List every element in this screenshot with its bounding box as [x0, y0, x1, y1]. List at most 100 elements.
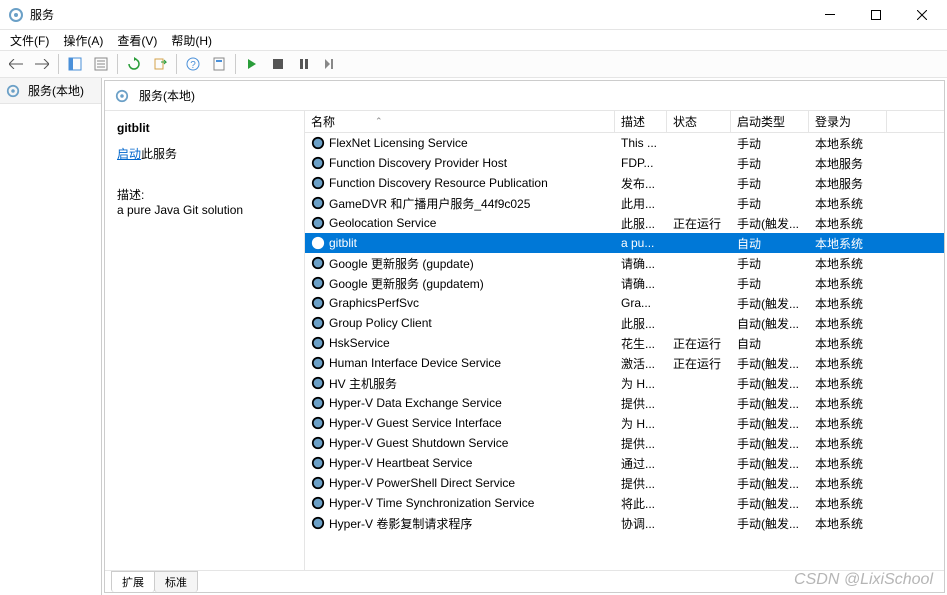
gear-icon — [311, 196, 325, 210]
window-title: 服务 — [30, 6, 807, 23]
minimize-button[interactable] — [807, 0, 853, 30]
show-hide-button[interactable] — [63, 52, 87, 76]
props-button[interactable] — [207, 52, 231, 76]
service-status — [667, 153, 731, 173]
tab-extended[interactable]: 扩展 — [111, 571, 155, 592]
service-start-type: 手动(触发... — [731, 373, 809, 393]
service-start-type: 手动(触发... — [731, 413, 809, 433]
tab-standard[interactable]: 标准 — [154, 571, 198, 592]
refresh-button[interactable] — [122, 52, 146, 76]
service-row[interactable]: Google 更新服务 (gupdate)请确...手动本地系统 — [305, 253, 944, 273]
col-header-desc[interactable]: 描述 — [615, 111, 667, 132]
service-row[interactable]: Hyper-V Guest Shutdown Service提供...手动(触发… — [305, 433, 944, 453]
start-service-link[interactable]: 启动 — [117, 147, 141, 161]
service-status — [667, 513, 731, 533]
service-row[interactable]: FlexNet Licensing ServiceThis ...手动本地系统 — [305, 133, 944, 153]
export-button[interactable] — [148, 52, 172, 76]
service-status — [667, 233, 731, 253]
start-suffix: 此服务 — [141, 147, 177, 161]
col-header-name[interactable]: 名称⌃ — [305, 111, 615, 132]
service-logon: 本地服务 — [809, 153, 887, 173]
service-name: Function Discovery Resource Publication — [329, 176, 548, 190]
gear-icon — [115, 89, 129, 103]
menu-view[interactable]: 查看(V) — [111, 30, 163, 51]
service-row[interactable]: Hyper-V Time Synchronization Service将此..… — [305, 493, 944, 513]
gear-icon — [311, 296, 325, 310]
service-row[interactable]: Google 更新服务 (gupdatem)请确...手动本地系统 — [305, 273, 944, 293]
close-icon — [917, 10, 927, 20]
service-logon: 本地系统 — [809, 473, 887, 493]
menu-action[interactable]: 操作(A) — [57, 30, 109, 51]
service-logon: 本地系统 — [809, 453, 887, 473]
maximize-button[interactable] — [853, 0, 899, 30]
restart-icon — [324, 59, 336, 69]
service-desc: 花生... — [615, 333, 667, 353]
service-status: 正在运行 — [667, 213, 731, 233]
service-row[interactable]: Human Interface Device Service激活...正在运行手… — [305, 353, 944, 373]
service-row[interactable]: GraphicsPerfSvcGra...手动(触发...本地系统 — [305, 293, 944, 313]
refresh-icon — [127, 57, 141, 71]
back-button[interactable] — [4, 52, 28, 76]
service-row[interactable]: Function Discovery Provider HostFDP...手动… — [305, 153, 944, 173]
service-row[interactable]: Hyper-V Heartbeat Service通过...手动(触发...本地… — [305, 453, 944, 473]
service-row[interactable]: HV 主机服务为 H...手动(触发...本地系统 — [305, 373, 944, 393]
service-desc: 协调... — [615, 513, 667, 533]
service-start-type: 手动 — [731, 173, 809, 193]
service-start-type: 手动(触发... — [731, 433, 809, 453]
stop-icon — [273, 59, 283, 69]
service-row[interactable]: Group Policy Client此服...自动(触发...本地系统 — [305, 313, 944, 333]
sidebar-item-services-local[interactable]: 服务(本地) — [0, 78, 101, 104]
gear-icon — [311, 416, 325, 430]
pause-service-button[interactable] — [292, 52, 316, 76]
close-button[interactable] — [899, 0, 945, 30]
menu-help[interactable]: 帮助(H) — [165, 30, 218, 51]
menu-file[interactable]: 文件(F) — [4, 30, 55, 51]
gear-icon — [311, 276, 325, 290]
service-row[interactable]: gitblita pu...自动本地系统 — [305, 233, 944, 253]
service-row[interactable]: Hyper-V 卷影复制请求程序协调...手动(触发...本地系统 — [305, 513, 944, 533]
start-service-button[interactable] — [240, 52, 264, 76]
service-row[interactable]: Hyper-V Data Exchange Service提供...手动(触发.… — [305, 393, 944, 413]
service-logon: 本地系统 — [809, 233, 887, 253]
service-row[interactable]: Hyper-V PowerShell Direct Service提供...手动… — [305, 473, 944, 493]
service-row[interactable]: Hyper-V Guest Service Interface为 H...手动(… — [305, 413, 944, 433]
service-status — [667, 133, 731, 153]
service-desc: This ... — [615, 133, 667, 153]
gear-icon — [311, 176, 325, 190]
service-start-type: 自动(触发... — [731, 313, 809, 333]
content-title: 服务(本地) — [139, 87, 195, 104]
service-list[interactable]: 名称⌃ 描述 状态 启动类型 登录为 FlexNet Licensing Ser… — [305, 111, 944, 570]
help-button[interactable]: ? — [181, 52, 205, 76]
service-desc: 通过... — [615, 453, 667, 473]
gear-icon — [8, 7, 24, 23]
service-desc: a pu... — [615, 233, 667, 253]
content-pane: 服务(本地) gitblit 启动此服务 描述: a pure Java Git… — [104, 80, 945, 593]
service-start-type: 手动(触发... — [731, 353, 809, 373]
service-name: Hyper-V PowerShell Direct Service — [329, 476, 515, 490]
service-row[interactable]: HskService花生...正在运行自动本地系统 — [305, 333, 944, 353]
service-status — [667, 393, 731, 413]
service-start-type: 自动 — [731, 333, 809, 353]
properties-button[interactable] — [89, 52, 113, 76]
sort-asc-icon: ⌃ — [375, 116, 383, 127]
col-header-status[interactable]: 状态 — [667, 111, 731, 132]
description-text: a pure Java Git solution — [117, 203, 292, 217]
service-row[interactable]: Function Discovery Resource Publication发… — [305, 173, 944, 193]
panel-icon — [68, 57, 82, 71]
stop-service-button[interactable] — [266, 52, 290, 76]
service-row[interactable]: GameDVR 和广播用户服务_44f9c025此用...手动本地系统 — [305, 193, 944, 213]
service-status: 正在运行 — [667, 353, 731, 373]
titlebar: 服务 — [0, 0, 947, 30]
col-header-start[interactable]: 启动类型 — [731, 111, 809, 132]
col-header-logon[interactable]: 登录为 — [809, 111, 887, 132]
service-row[interactable]: Geolocation Service此服...正在运行手动(触发...本地系统 — [305, 213, 944, 233]
service-status — [667, 193, 731, 213]
service-name: Hyper-V 卷影复制请求程序 — [329, 515, 472, 532]
forward-button[interactable] — [30, 52, 54, 76]
service-status — [667, 273, 731, 293]
service-name: FlexNet Licensing Service — [329, 136, 468, 150]
service-name: Geolocation Service — [329, 216, 436, 230]
restart-service-button[interactable] — [318, 52, 342, 76]
service-logon: 本地系统 — [809, 413, 887, 433]
service-status — [667, 433, 731, 453]
